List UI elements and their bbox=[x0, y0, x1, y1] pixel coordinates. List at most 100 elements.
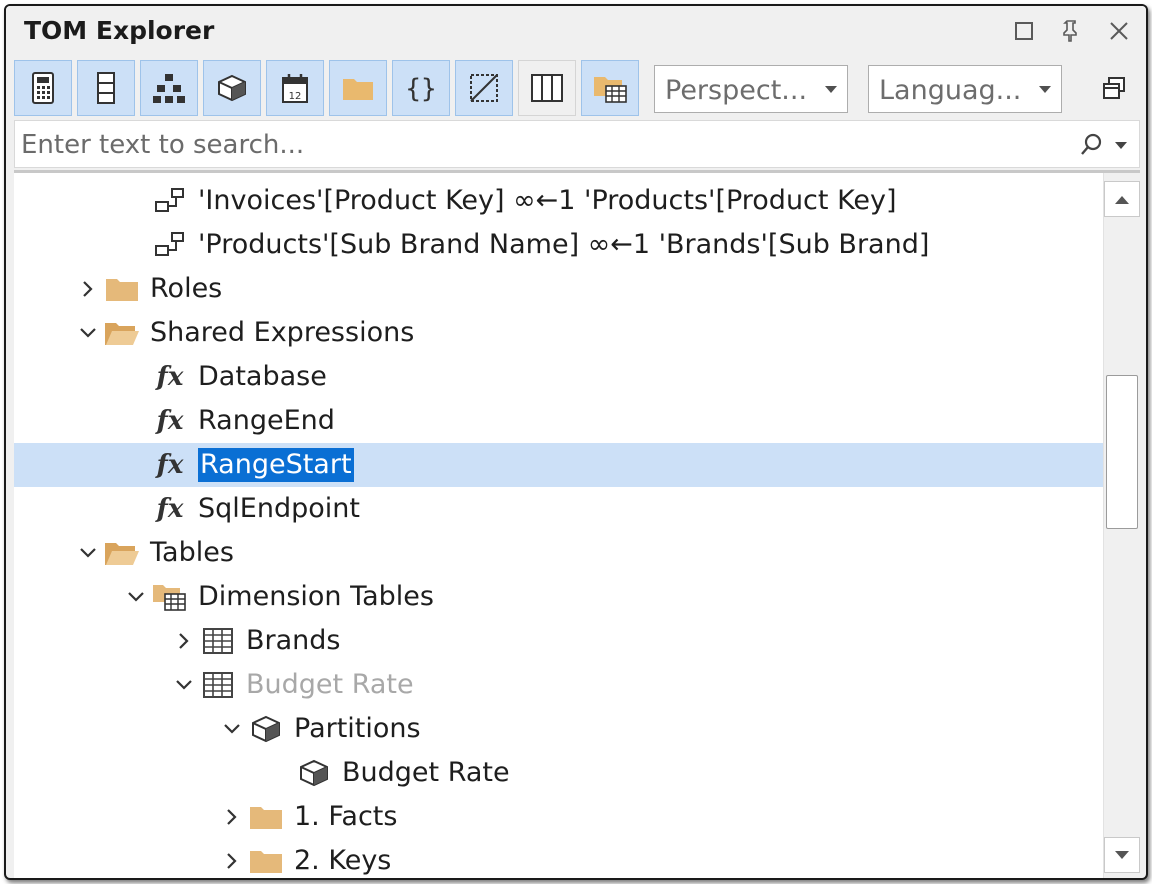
tree-item-label: Budget Rate bbox=[342, 757, 510, 788]
chevron-down-icon[interactable] bbox=[122, 583, 150, 611]
close-button[interactable] bbox=[1103, 15, 1135, 47]
folders-toggle[interactable] bbox=[329, 60, 387, 116]
perspective-dropdown-label: Perspect... bbox=[665, 75, 808, 106]
chevron-down-icon[interactable] bbox=[74, 319, 102, 347]
vertical-scrollbar[interactable] bbox=[1103, 173, 1140, 878]
columns-toggle[interactable] bbox=[77, 60, 135, 116]
tree-row[interactable]: fx RangeStart bbox=[14, 443, 1104, 487]
chevron-down-icon[interactable] bbox=[218, 715, 246, 743]
svg-text:{}: {} bbox=[405, 74, 436, 103]
braces-icon: {} bbox=[405, 74, 436, 103]
tree-row[interactable]: Brands bbox=[14, 619, 1104, 663]
calculated-items-toggle[interactable] bbox=[14, 60, 72, 116]
search-box bbox=[14, 120, 1140, 168]
tree-item-label: 'Products'[Sub Brand Name] ∞←1 'Brands'[… bbox=[198, 229, 930, 260]
measure-icon bbox=[470, 74, 498, 102]
tom-tree: 'Invoices'[Product Key] ∞←1 'Products'[P… bbox=[14, 170, 1140, 878]
display-folder-icon bbox=[594, 77, 627, 103]
display-folders-toggle[interactable] bbox=[581, 60, 639, 116]
partition-icon bbox=[296, 759, 332, 787]
table-folder-icon bbox=[152, 583, 188, 611]
table-icon bbox=[200, 627, 236, 655]
tree-row[interactable]: 'Invoices'[Product Key] ∞←1 'Products'[P… bbox=[14, 179, 1104, 223]
toolbar: 12 {} Perspect... Languag... bbox=[14, 60, 1140, 116]
relationship-icon bbox=[152, 187, 188, 215]
language-dropdown[interactable]: Languag... bbox=[868, 65, 1062, 113]
hierarchy-icon bbox=[153, 74, 185, 103]
chevron-right-icon[interactable] bbox=[170, 627, 198, 655]
tree-row[interactable]: Shared Expressions bbox=[14, 311, 1104, 355]
tree-row[interactable]: fx RangeEnd bbox=[14, 399, 1104, 443]
language-dropdown-label: Languag... bbox=[879, 75, 1022, 106]
relationship-icon bbox=[152, 231, 188, 259]
copy-window-icon bbox=[1103, 77, 1125, 99]
expressions-toggle[interactable]: {} bbox=[392, 60, 450, 116]
chevron-down-icon[interactable] bbox=[74, 539, 102, 567]
pin-icon bbox=[1063, 20, 1077, 42]
restore-button[interactable] bbox=[1008, 15, 1040, 47]
measures-toggle[interactable] bbox=[455, 60, 513, 116]
tree-item-label: Dimension Tables bbox=[198, 581, 434, 612]
function-icon: fx bbox=[156, 450, 184, 480]
tree-item-label: Roles bbox=[150, 273, 223, 304]
partition-icon bbox=[218, 74, 246, 102]
scroll-up-button[interactable] bbox=[1104, 181, 1140, 217]
tree-row[interactable]: Tables bbox=[14, 531, 1104, 575]
scroll-down-button[interactable] bbox=[1104, 837, 1140, 873]
perspective-dropdown[interactable]: Perspect... bbox=[654, 65, 848, 113]
partitions-toggle[interactable] bbox=[203, 60, 261, 116]
chevron-right-icon[interactable] bbox=[218, 803, 246, 831]
chevron-down-icon[interactable] bbox=[1115, 142, 1127, 150]
restore-icon bbox=[1015, 22, 1033, 40]
window-title: TOM Explorer bbox=[24, 16, 215, 45]
folder-icon bbox=[104, 275, 140, 303]
tree-row[interactable]: Dimension Tables bbox=[14, 575, 1104, 619]
scroll-up-icon bbox=[1115, 195, 1129, 204]
hierarchies-toggle[interactable] bbox=[140, 60, 198, 116]
tree-row[interactable]: Partitions bbox=[14, 707, 1104, 751]
tree-item-label: SqlEndpoint bbox=[198, 493, 360, 524]
tree-item-label: Database bbox=[198, 361, 327, 392]
pin-button[interactable] bbox=[1055, 15, 1087, 47]
tree-row[interactable]: Budget Rate bbox=[14, 751, 1104, 795]
chevron-down-icon[interactable] bbox=[170, 671, 198, 699]
folder-open-icon bbox=[104, 319, 140, 347]
search-icon[interactable] bbox=[1079, 132, 1105, 158]
tree-row[interactable]: 'Products'[Sub Brand Name] ∞←1 'Brands'[… bbox=[14, 223, 1104, 267]
chevron-right-icon[interactable] bbox=[218, 847, 246, 875]
tree-item-label: RangeEnd bbox=[198, 405, 335, 436]
chevron-down-icon bbox=[825, 86, 837, 93]
search-input[interactable] bbox=[19, 127, 1063, 163]
tree-row[interactable]: 2. Keys bbox=[14, 839, 1104, 878]
calendar-icon: 12 bbox=[282, 74, 308, 103]
tree-item-label: Tables bbox=[150, 537, 234, 568]
scroll-down-icon bbox=[1115, 850, 1129, 859]
partition-icon bbox=[248, 715, 284, 743]
new-window-button[interactable] bbox=[1098, 72, 1130, 104]
svg-text:12: 12 bbox=[289, 91, 302, 102]
column-view-toggle[interactable] bbox=[518, 60, 576, 116]
tree-row[interactable]: 1. Facts bbox=[14, 795, 1104, 839]
title-bar[interactable]: TOM Explorer bbox=[6, 6, 1146, 56]
folder-icon bbox=[248, 803, 284, 831]
function-icon: fx bbox=[156, 362, 184, 392]
tree-item-label: Budget Rate bbox=[246, 669, 414, 700]
tree-row[interactable]: fx Database bbox=[14, 355, 1104, 399]
scrollbar-thumb[interactable] bbox=[1106, 375, 1138, 529]
close-icon bbox=[1110, 22, 1128, 40]
tree-item-label: 2. Keys bbox=[294, 845, 392, 876]
tree-item-label: Shared Expressions bbox=[150, 317, 415, 348]
function-icon: fx bbox=[156, 406, 184, 436]
tree-item-label: Brands bbox=[246, 625, 341, 656]
tree-item-label: 1. Facts bbox=[294, 801, 398, 832]
table-icon bbox=[200, 671, 236, 699]
calendars-toggle[interactable]: 12 bbox=[266, 60, 324, 116]
tree-row[interactable]: Roles bbox=[14, 267, 1104, 311]
tree-row[interactable]: Budget Rate bbox=[14, 663, 1104, 707]
chevron-right-icon[interactable] bbox=[74, 275, 102, 303]
tree-item-label: 'Invoices'[Product Key] ∞←1 'Products'[P… bbox=[198, 185, 897, 216]
tree-row[interactable]: fx SqlEndpoint bbox=[14, 487, 1104, 531]
function-icon: fx bbox=[156, 494, 184, 524]
tree-item-label: Partitions bbox=[294, 713, 421, 744]
folder-open-icon bbox=[104, 539, 140, 567]
